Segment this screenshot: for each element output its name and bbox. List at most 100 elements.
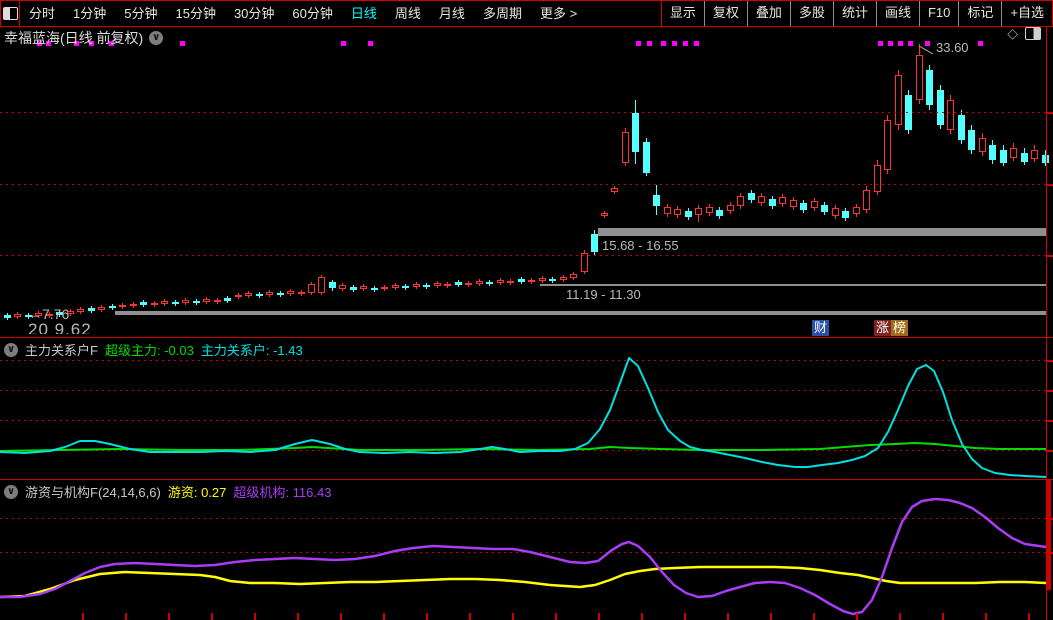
low-price-label: ←7.76 20 9.62 <box>28 307 328 334</box>
trading-app-window: 分时1分钟5分钟15分钟30分钟60分钟日线周线月线多周期更多 > 显示复权叠加… <box>0 0 1053 620</box>
time-axis-tick <box>469 613 471 620</box>
time-axis-tick <box>813 613 815 620</box>
chart-title-row: 幸福蓝海(日线 前复权) ∨ <box>4 28 163 48</box>
indicator-line <box>0 358 1046 477</box>
toolbar: 分时1分钟5分钟15分钟30分钟60分钟日线周线月线多周期更多 > 显示复权叠加… <box>0 0 1053 27</box>
period-menu-item-1[interactable]: 1分钟 <box>64 2 115 26</box>
time-axis-tick <box>383 613 385 620</box>
axis-tick <box>1046 255 1053 257</box>
panel3-collapse-icon[interactable]: ∨ <box>4 485 18 499</box>
time-axis-tick <box>211 613 213 620</box>
signal-dot <box>978 41 983 46</box>
axis-tick <box>1046 450 1053 452</box>
low-price-line1: ←7.76 <box>28 307 328 321</box>
tool-menu-item-8[interactable]: +自选 <box>1002 1 1052 26</box>
time-axis-tick <box>899 613 901 620</box>
axis-tick <box>1046 112 1053 114</box>
period-menu-item-10[interactable]: 更多 > <box>531 2 586 26</box>
tool-menu-item-5[interactable]: 画线 <box>877 1 920 26</box>
period-menu-item-9[interactable]: 多周期 <box>474 2 531 26</box>
axis-tick <box>1046 390 1053 392</box>
period-menu-item-4[interactable]: 30分钟 <box>225 2 283 26</box>
tools-menu: 显示复权叠加多股统计画线F10标记+自选 <box>661 1 1052 26</box>
chart-title: 幸福蓝海(日线 前复权) <box>4 28 143 48</box>
period-menu: 分时1分钟5分钟15分钟30分钟60分钟日线周线月线多周期更多 > <box>20 1 661 26</box>
tool-menu-item-1[interactable]: 复权 <box>705 1 748 26</box>
panel3-indicator-name: 游资与机构F(24,14,6,6) <box>25 482 161 501</box>
panel2-series1: 超级主力: -0.03 <box>105 340 194 359</box>
corner-icons: ◇ <box>1007 26 1041 40</box>
time-axis-tick <box>985 613 987 620</box>
time-axis-tick <box>168 613 170 620</box>
time-axis-tick <box>254 613 256 620</box>
tool-menu-item-2[interactable]: 叠加 <box>748 1 791 26</box>
period-menu-item-6[interactable]: 日线 <box>342 2 386 26</box>
axis-tick <box>1046 420 1053 422</box>
time-axis-tick <box>340 613 342 620</box>
time-axis-tick <box>512 613 514 620</box>
panel3-series2: 超级机构: 116.43 <box>233 482 331 501</box>
time-axis-tick <box>770 613 772 620</box>
panel2-series2: 主力关系户: -1.43 <box>201 340 303 359</box>
time-axis-tick <box>684 613 686 620</box>
right-axis-highlight-bar <box>1047 480 1051 590</box>
time-axis-tick <box>426 613 428 620</box>
signal-dot <box>368 41 373 46</box>
peak-price-label: 33.60 <box>936 40 969 55</box>
signal-dot <box>341 41 346 46</box>
signal-dot <box>661 41 666 46</box>
period-menu-item-7[interactable]: 周线 <box>386 2 430 26</box>
axis-tick <box>1046 184 1053 186</box>
indicator-line <box>0 443 1046 451</box>
indicator-line <box>0 567 1046 597</box>
period-menu-item-8[interactable]: 月线 <box>430 2 474 26</box>
time-axis-tick <box>125 613 127 620</box>
time-axis-tick <box>727 613 729 620</box>
signal-dot <box>925 41 930 46</box>
time-axis-tick <box>641 613 643 620</box>
signal-dot <box>683 41 688 46</box>
panel-layout-icon[interactable] <box>1025 27 1041 40</box>
split-layout-icon <box>3 7 18 20</box>
signal-dot <box>672 41 677 46</box>
chart-area[interactable]: 15.68 - 16.55 11.19 - 11.30 33.60 ←7.76 … <box>0 0 1053 620</box>
signal-dot <box>636 41 641 46</box>
panel-separator-2 <box>0 479 1053 480</box>
badge-rank[interactable]: 榜 <box>891 320 908 336</box>
signal-dot <box>888 41 893 46</box>
diamond-marker-icon[interactable]: ◇ <box>1007 26 1018 40</box>
axis-tick <box>1046 518 1053 520</box>
signal-dot <box>878 41 883 46</box>
period-menu-item-3[interactable]: 15分钟 <box>166 2 224 26</box>
panel2-indicator-name: 主力关系户F <box>25 340 98 359</box>
indicator-line <box>0 499 1046 614</box>
panel2-collapse-icon[interactable]: ∨ <box>4 343 18 357</box>
tool-menu-item-3[interactable]: 多股 <box>791 1 834 26</box>
signal-dot <box>694 41 699 46</box>
tool-menu-item-0[interactable]: 显示 <box>662 1 705 26</box>
signal-dot <box>898 41 903 46</box>
badge-rise[interactable]: 涨 <box>874 320 891 336</box>
low-price-line2: 20 9.62 <box>28 321 328 334</box>
signal-dot <box>180 41 185 46</box>
tool-menu-item-4[interactable]: 统计 <box>834 1 877 26</box>
panel-separator-1 <box>0 337 1053 338</box>
chevron-down-icon[interactable]: ∨ <box>149 31 163 45</box>
axis-tick <box>1046 552 1053 554</box>
period-menu-item-2[interactable]: 5分钟 <box>115 2 166 26</box>
axis-tick <box>1046 360 1053 362</box>
period-menu-item-0[interactable]: 分时 <box>20 2 64 26</box>
badge-finance[interactable]: 财 <box>812 320 829 336</box>
time-axis-tick <box>82 613 84 620</box>
panel3-header: ∨ 游资与机构F(24,14,6,6) 游资: 0.27 超级机构: 116.4… <box>4 482 331 501</box>
tool-menu-item-7[interactable]: 标记 <box>959 1 1002 26</box>
tool-menu-item-6[interactable]: F10 <box>920 1 959 26</box>
time-axis-tick <box>1028 613 1030 620</box>
layout-toggle-button[interactable] <box>1 1 20 26</box>
signal-dot <box>908 41 913 46</box>
period-menu-item-5[interactable]: 60分钟 <box>283 2 341 26</box>
panel3-series1: 游资: 0.27 <box>168 482 227 501</box>
time-axis-tick <box>555 613 557 620</box>
time-axis-tick <box>856 613 858 620</box>
gap-price-label-2: 11.19 - 11.30 <box>566 287 641 302</box>
